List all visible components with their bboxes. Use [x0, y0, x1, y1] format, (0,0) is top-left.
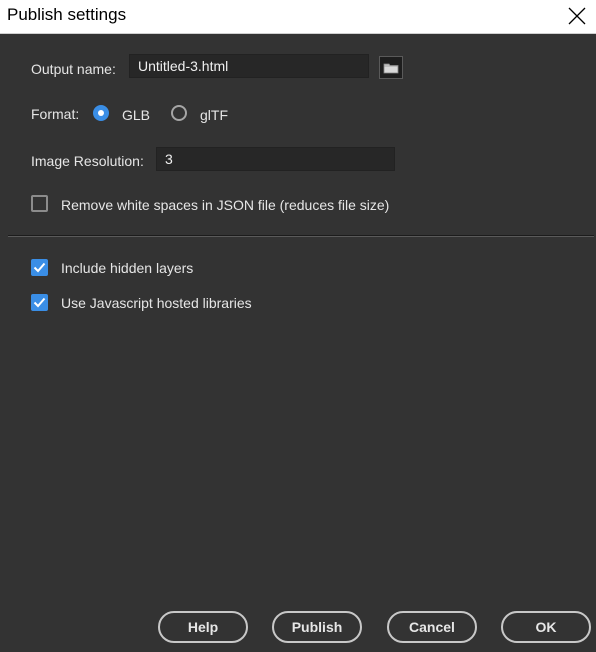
format-gltf-label: glTF [200, 107, 228, 123]
format-gltf-radio[interactable] [171, 105, 187, 121]
image-resolution-label: Image Resolution: [31, 153, 144, 169]
section-divider [8, 235, 594, 237]
ok-button[interactable]: OK [501, 611, 591, 643]
format-label: Format: [31, 106, 80, 122]
hosted-libraries-checkbox[interactable] [31, 294, 48, 311]
remove-whitespace-label: Remove white spaces in JSON file (reduce… [61, 197, 390, 213]
include-hidden-layers-checkbox[interactable] [31, 259, 48, 276]
checkmark-icon [33, 262, 46, 273]
title-bar: Publish settings [0, 0, 596, 34]
output-name-label: Output name: [31, 61, 116, 77]
close-button[interactable] [562, 2, 592, 30]
settings-panel: Output name: Untitled-3.html Format: GLB… [0, 34, 596, 652]
cancel-button[interactable]: Cancel [387, 611, 477, 643]
format-glb-label: GLB [122, 107, 151, 123]
help-button[interactable]: Help [158, 611, 248, 643]
format-glb-radio[interactable] [93, 105, 109, 121]
image-resolution-input[interactable]: 3 [156, 147, 395, 171]
dialog-title: Publish settings [7, 5, 127, 24]
checkmark-icon [33, 297, 46, 308]
remove-whitespace-checkbox[interactable] [31, 195, 48, 212]
folder-icon [383, 63, 399, 73]
publish-button[interactable]: Publish [272, 611, 362, 643]
include-hidden-layers-label: Include hidden layers [61, 260, 194, 276]
hosted-libraries-label: Use Javascript hosted libraries [61, 295, 252, 311]
close-icon [568, 7, 586, 25]
output-name-input[interactable]: Untitled-3.html [129, 54, 369, 78]
browse-folder-button[interactable] [379, 56, 403, 79]
